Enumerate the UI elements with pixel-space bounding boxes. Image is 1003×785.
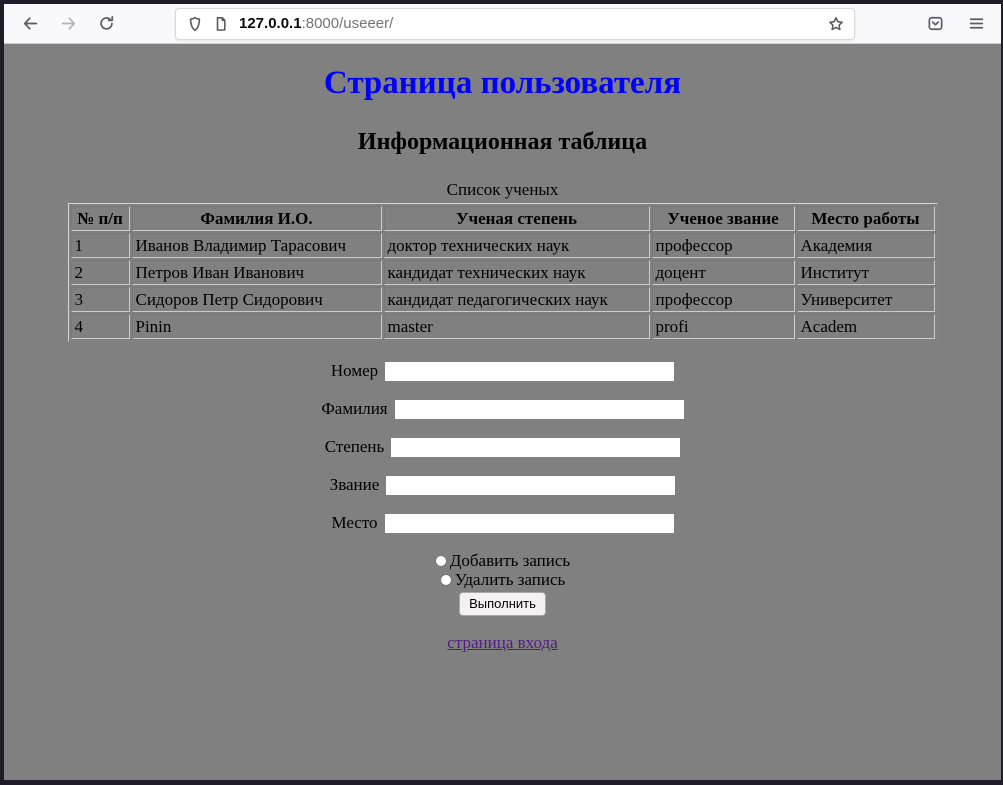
surname-input[interactable]: [395, 400, 684, 419]
table-row: 1 Иванов Владимир Тарасович доктор техни…: [71, 233, 935, 258]
radio-row-delete: Удалить запись: [12, 570, 993, 589]
login-page-link[interactable]: страница входа: [447, 633, 557, 652]
table-cell: Петров Иван Иванович: [132, 260, 382, 285]
place-input[interactable]: [385, 514, 674, 533]
surname-label: Фамилия: [321, 399, 387, 418]
shield-icon[interactable]: [187, 16, 203, 32]
delete-record-label: Удалить запись: [455, 570, 566, 589]
delete-record-radio[interactable]: [440, 574, 452, 586]
table-cell: Институт: [797, 260, 935, 285]
table-row: 3 Сидоров Петр Сидорович кандидат педаго…: [71, 287, 935, 312]
menu-hamburger-icon[interactable]: [968, 15, 985, 32]
execute-button[interactable]: Выполнить: [459, 592, 546, 616]
button-row: Выполнить: [12, 592, 993, 616]
degree-input[interactable]: [391, 438, 680, 457]
column-header-place: Место работы: [797, 206, 935, 231]
form-row-degree: Степень: [12, 437, 993, 456]
add-record-label: Добавить запись: [450, 551, 570, 570]
form-row-surname: Фамилия: [12, 399, 993, 418]
table-row: 4 Pinin master profi Academ: [71, 314, 935, 339]
forward-icon[interactable]: [60, 15, 77, 32]
table-cell: Сидоров Петр Сидорович: [132, 287, 382, 312]
table-cell: 2: [71, 260, 130, 285]
table-cell: доктор технических наук: [384, 233, 650, 258]
record-form: Номер Фамилия Степень Звание Место Добав…: [12, 361, 993, 653]
table-cell: Академия: [797, 233, 935, 258]
table-cell: Academ: [797, 314, 935, 339]
table-header-row: № п/п Фамилия И.О. Ученая степень Ученое…: [71, 206, 935, 231]
add-record-radio[interactable]: [435, 555, 447, 567]
pocket-icon[interactable]: [927, 15, 944, 32]
table-cell: 4: [71, 314, 130, 339]
column-header-degree: Ученая степень: [384, 206, 650, 231]
page-title: Страница пользователя: [12, 65, 993, 102]
url-bar[interactable]: 127.0.0.1:8000/useeer/: [175, 8, 855, 40]
table-cell: master: [384, 314, 650, 339]
title-input[interactable]: [386, 476, 675, 495]
url-path: :8000/useeer/: [302, 15, 394, 32]
nav-icons: [22, 15, 115, 32]
degree-label: Степень: [325, 437, 385, 456]
table-cell: доцент: [652, 260, 795, 285]
table-cell: профессор: [652, 233, 795, 258]
url-host: 127.0.0.1: [239, 15, 302, 32]
number-label: Номер: [331, 361, 378, 380]
table-cell: 1: [71, 233, 130, 258]
form-row-title: Звание: [12, 475, 993, 494]
title-label: Звание: [330, 475, 380, 494]
column-header-number: № п/п: [71, 206, 130, 231]
scientists-table: № п/п Фамилия И.О. Ученая степень Ученое…: [68, 203, 938, 342]
table-cell: Pinin: [132, 314, 382, 339]
form-row-place: Место: [12, 513, 993, 532]
table-cell: профессор: [652, 287, 795, 312]
table-cell: 3: [71, 287, 130, 312]
table-caption: Список ученых: [12, 180, 993, 200]
page-subtitle: Информационная таблица: [12, 129, 993, 156]
reload-icon[interactable]: [98, 15, 115, 32]
number-input[interactable]: [385, 362, 674, 381]
place-label: Место: [331, 513, 377, 532]
table-cell: profi: [652, 314, 795, 339]
table-row: 2 Петров Иван Иванович кандидат техничес…: [71, 260, 935, 285]
table-cell: Иванов Владимир Тарасович: [132, 233, 382, 258]
page-info-icon[interactable]: [213, 16, 229, 32]
column-header-title: Ученое звание: [652, 206, 795, 231]
browser-window: 127.0.0.1:8000/useeer/ Страница пользова…: [0, 0, 1003, 785]
radio-row-add: Добавить запись: [12, 551, 993, 570]
table-cell: кандидат педагогических наук: [384, 287, 650, 312]
bookmark-star-icon[interactable]: [828, 16, 844, 32]
back-icon[interactable]: [22, 15, 39, 32]
toolbar-right-icons: [927, 15, 985, 32]
table-cell: кандидат технических наук: [384, 260, 650, 285]
form-row-number: Номер: [12, 361, 993, 380]
link-row: страница входа: [12, 633, 993, 653]
column-header-surname: Фамилия И.О.: [132, 206, 382, 231]
browser-toolbar: 127.0.0.1:8000/useeer/: [4, 4, 1001, 44]
page-content: Страница пользователя Информационная таб…: [4, 44, 1001, 780]
table-cell: Университет: [797, 287, 935, 312]
url-text[interactable]: 127.0.0.1:8000/useeer/: [239, 15, 393, 32]
